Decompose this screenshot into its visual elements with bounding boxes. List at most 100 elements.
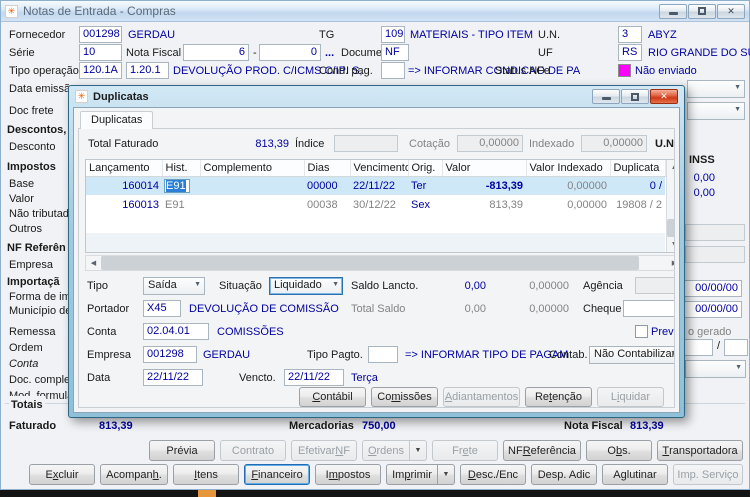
previsao-checkbox[interactable] [635, 325, 648, 338]
col-lancamento[interactable]: Lançamento [86, 160, 162, 176]
tipo-pagto-field[interactable] [368, 346, 398, 363]
horizontal-scrollbar[interactable]: ◀ ▶ [85, 255, 675, 271]
col-orig[interactable]: Orig. [408, 160, 442, 176]
tg-code-field[interactable]: 109 [381, 26, 405, 43]
col-valor[interactable]: Valor [442, 160, 526, 176]
disabled-field-2 [685, 246, 745, 263]
sidebar-item-municipio[interactable]: Município des [9, 302, 77, 320]
dialog-pane: Total Faturado 813,39 Índice Cotação 0,0… [78, 128, 675, 408]
fornecedor-code-field[interactable]: 001298 [79, 26, 122, 43]
situacao-select[interactable]: Liquidado▼ [269, 277, 343, 295]
table-row[interactable]: 160013 E91 00038 30/12/22 Sex 813,39 0,0… [86, 195, 665, 214]
cotacao-field: 0,00000 [457, 135, 523, 152]
hist-edit-field[interactable]: E91 [165, 180, 189, 192]
acompanh-button[interactable]: Acompanh. [100, 464, 168, 485]
doc-frete-combobox[interactable]: ▼ [687, 102, 745, 120]
col-valor-indexado[interactable]: Valor Indexado [526, 160, 610, 176]
contab-select[interactable]: Não Contabilizar▼ [589, 346, 675, 364]
empresa-field[interactable]: 001298 [143, 346, 197, 363]
serie-field[interactable]: 10 [79, 44, 122, 61]
col-dias[interactable]: Dias [304, 160, 350, 176]
tipo-operacao-label: Tipo operação [9, 62, 79, 80]
portador-field[interactable]: X45 [143, 300, 181, 317]
aglutinar-button[interactable]: Aglutinar [602, 464, 668, 485]
table-empty-row [86, 214, 665, 233]
un-code-field[interactable]: 3 [618, 26, 642, 43]
date-field-1[interactable]: 00/00/00 [682, 280, 742, 297]
minimize-icon [669, 12, 678, 15]
date-field-2[interactable]: 00/00/00 [682, 301, 742, 318]
duplicatas-dialog: ✳ Duplicatas ✕ Duplicatas Total Faturado… [68, 85, 685, 418]
close-button[interactable]: ✕ [717, 4, 745, 19]
imprimir-dropdown-button[interactable]: ▼ [438, 464, 455, 485]
imprimir-button[interactable]: Imprimir [386, 464, 438, 485]
dialog-minimize-button[interactable] [592, 89, 620, 104]
data-emissao-label: Data emissão [9, 80, 76, 98]
nota-fiscal-more-button[interactable]: ... [325, 44, 334, 62]
col-complemento[interactable]: Complemento [200, 160, 304, 176]
data-emissao-combobox[interactable]: ▼ [687, 80, 745, 98]
col-duplicata[interactable]: Duplicata [610, 160, 665, 176]
vertical-scroll-thumb[interactable] [667, 219, 675, 237]
col-vencimento[interactable]: Vencimento [350, 160, 408, 176]
vencto-field[interactable]: 22/11/22 [284, 369, 344, 386]
comissoes-button[interactable]: Comissões [371, 387, 438, 407]
obs-button[interactable]: Obs. [586, 440, 652, 461]
form-row-conta: Conta 02.04.01 COMISSÕES Previsão [79, 323, 674, 341]
tipo-pagto-hint: => INFORMAR TIPO DE PAGAM [405, 346, 568, 364]
nota-fiscal-dash: - [253, 44, 257, 62]
col-hist[interactable]: Hist. [162, 160, 200, 176]
scroll-up-icon[interactable]: ▲ [667, 160, 676, 175]
dialog-maximize-button[interactable] [621, 89, 649, 104]
tab-duplicatas[interactable]: Duplicatas [80, 111, 153, 129]
inss-label: INSS [689, 151, 715, 169]
action-row-2: Excluir Acompanh. Itens Financeiro Impos… [1, 464, 743, 485]
tipo-operacao-code1-field[interactable]: 120.1A [79, 62, 122, 79]
minimize-button[interactable] [659, 4, 687, 19]
transportadora-button[interactable]: Transportadora [657, 440, 743, 461]
retencao-button[interactable]: Retenção [525, 387, 592, 407]
sidebar-item-empresa[interactable]: Empresa [9, 256, 53, 274]
close-icon: ✕ [727, 7, 735, 16]
table-row[interactable]: 160014 E91 00000 22/11/22 Ter -813,39 0,… [86, 176, 665, 195]
dialog-close-button[interactable]: ✕ [650, 89, 678, 104]
cheque-field[interactable]: 0 [623, 300, 675, 317]
form-row-data: Data 22/11/22 Vencto. 22/11/22 Terça [79, 369, 674, 387]
right-combobox[interactable]: ▼ [685, 360, 746, 378]
scroll-down-icon[interactable]: ▼ [667, 237, 676, 252]
cond-pag-field[interactable] [381, 62, 405, 79]
scroll-left-icon[interactable]: ◀ [86, 256, 101, 270]
contabil-button[interactable]: Contábil [299, 387, 366, 407]
tipo-pagto-label: Tipo Pagto. [307, 346, 363, 364]
mercadorias-value: 750,00 [362, 417, 396, 435]
uf-code-field[interactable]: RS [618, 44, 642, 61]
tipo-select[interactable]: Saída▼ [143, 277, 205, 295]
vertical-scrollbar[interactable]: ▲ ▼ [666, 160, 676, 252]
financeiro-button[interactable]: Financeiro [244, 464, 310, 485]
nota-fiscal-sub-field[interactable]: 0 [259, 44, 321, 61]
nota-fiscal-num-field[interactable]: 6 [183, 44, 249, 61]
previa-button[interactable]: Prévia [149, 440, 215, 461]
nota-fiscal-label: Nota Fiscal [126, 44, 181, 62]
minimize-icon [602, 97, 611, 100]
data-field[interactable]: 22/11/22 [143, 369, 203, 386]
sidebar-item-outros[interactable]: Outros [9, 220, 42, 238]
excluir-button[interactable]: Excluir [29, 464, 95, 485]
tipo-operacao-code2-field[interactable]: 1.20.1 [126, 62, 169, 79]
horizontal-scroll-thumb[interactable] [101, 256, 639, 270]
itens-button[interactable]: Itens [173, 464, 239, 485]
documento-field[interactable]: NF [381, 44, 409, 61]
gerado-field-2[interactable] [724, 339, 748, 356]
sidebar-item-desconto[interactable]: Desconto [9, 138, 55, 156]
maximize-button[interactable] [688, 4, 716, 19]
frete-button: Frete [432, 440, 498, 461]
uf-desc: RIO GRANDE DO SUL [648, 44, 750, 62]
scroll-right-icon[interactable]: ▶ [667, 256, 675, 270]
nf-referencia-button[interactable]: NF Referência [503, 440, 581, 461]
mercadorias-label: Mercadorias [289, 417, 354, 435]
conta-desc: COMISSÕES [217, 323, 284, 341]
desc-enc-button[interactable]: Desc./Enc [460, 464, 526, 485]
impostos-button[interactable]: Impostos [315, 464, 381, 485]
desp-adic-button[interactable]: Desp. Adic [531, 464, 597, 485]
conta-field[interactable]: 02.04.01 [143, 323, 209, 340]
